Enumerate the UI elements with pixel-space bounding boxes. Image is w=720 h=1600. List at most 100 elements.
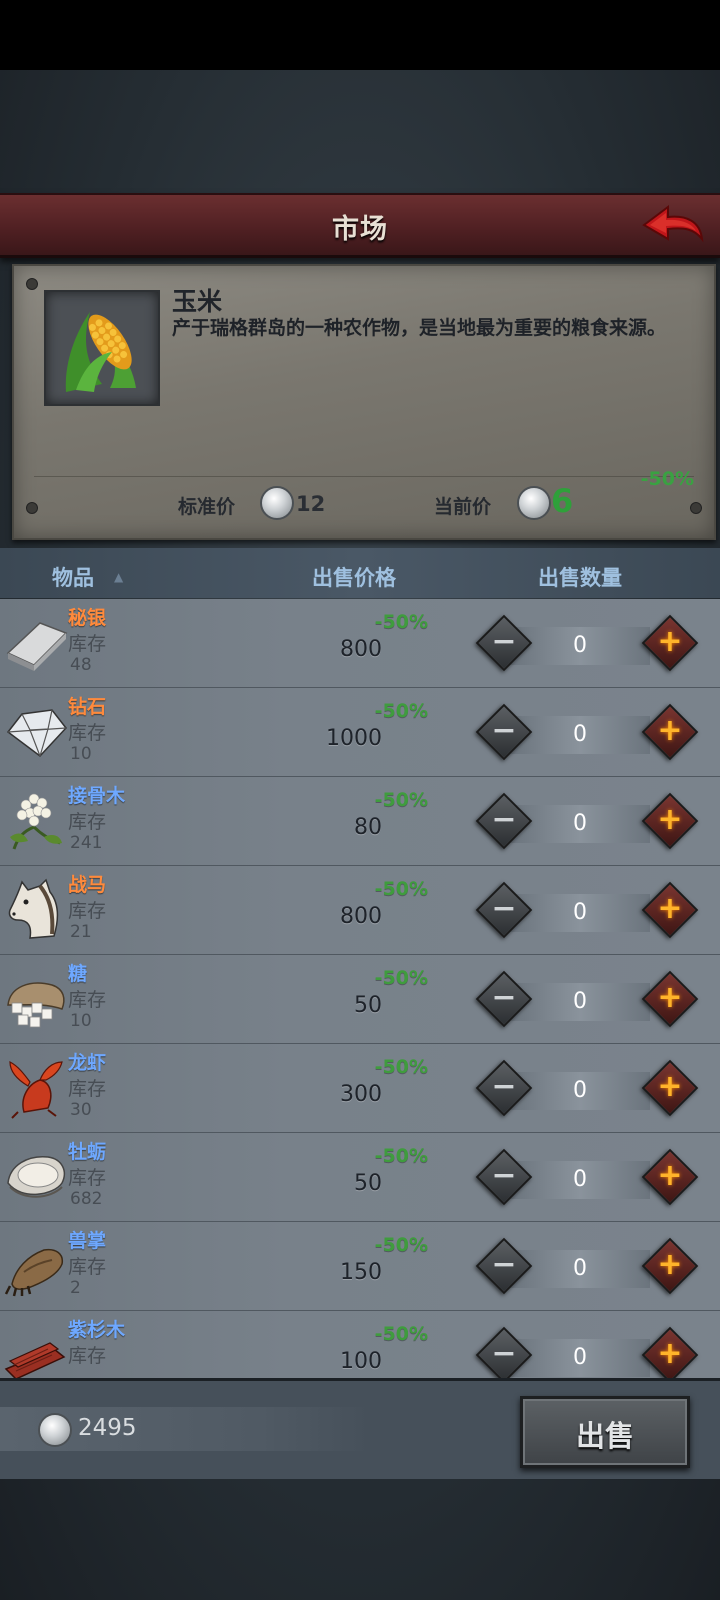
list-item[interactable]: 秘银 库存 48 -50% 800 0 − + [0,599,720,689]
divider [34,476,694,477]
minus-icon: − [491,624,517,659]
item-name: 牡蛎 [68,1141,107,1163]
footer-bar: 2495 出售 [0,1378,720,1479]
silver-coin-icon [517,486,551,520]
plus-icon: + [657,802,683,837]
discount-badge: -50% [374,967,428,989]
minus-icon: − [491,980,517,1015]
increase-button[interactable]: + [641,1148,699,1206]
increase-button[interactable]: + [641,703,699,761]
quantity-field[interactable]: 0 [510,805,650,843]
quantity-field[interactable]: 0 [510,1161,650,1199]
plus-icon: + [657,891,683,926]
quantity-field[interactable]: 0 [510,894,650,932]
status-bar-area [0,0,720,70]
discount-badge: -50% [374,878,428,900]
increase-button[interactable]: + [641,1237,699,1295]
discount-badge: -50% [374,1145,428,1167]
lobster-icon [9,1061,63,1119]
minus-icon: − [491,1247,517,1282]
quantity-value: 0 [573,989,587,1014]
minus-icon: − [491,891,517,926]
selected-item-name: 玉米 [172,287,223,316]
sell-price: 800 [340,637,382,662]
quantity-field[interactable]: 0 [510,983,650,1021]
sell-button-label: 出售 [575,1419,634,1453]
increase-button[interactable]: + [641,970,699,1028]
page-title: 市场 [332,214,388,245]
increase-button[interactable]: + [641,1326,699,1378]
stock-label: 库存 [68,1256,107,1278]
current-price-label: 当前价 [434,496,492,518]
stock-value: 2 [70,1278,81,1298]
silver-coin-icon [260,486,294,520]
discount-badge: -50% [374,1323,428,1345]
list-item[interactable]: 糖 库存 10 -50% 50 0 − + [0,955,720,1045]
list-item[interactable]: 兽掌 库存 2 -50% 150 0 − + [0,1222,720,1312]
diamond-icon [6,709,67,758]
stock-value: 30 [70,1100,92,1120]
rivet [26,502,38,514]
quantity-field[interactable]: 0 [510,1250,650,1288]
selected-item-frame [44,290,160,406]
minus-icon: − [491,802,517,837]
stock-value: 682 [70,1189,103,1209]
increase-button[interactable]: + [641,614,699,672]
list-item[interactable]: 龙虾 库存 30 -50% 300 0 − + [0,1044,720,1134]
selected-item-description: 产于瑞格群岛的一种农作物，是当地最为重要的粮食来源。 [172,317,667,339]
horse-icon [8,878,59,939]
plus-icon: + [657,980,683,1015]
sell-button[interactable]: 出售 [520,1396,690,1468]
title-bar: 市场 [0,193,720,258]
quantity-value: 0 [573,900,587,925]
column-sell-price-header: 出售价格 [312,566,396,590]
stock-value: 10 [70,744,92,764]
back-arrow-icon [642,205,704,243]
quantity-value: 0 [573,1256,587,1281]
item-info-panel: 玉米 产于瑞格群岛的一种农作物，是当地最为重要的粮食来源。 -50% 标准价 1… [12,264,716,540]
plus-icon: + [657,713,683,748]
sort-arrow-icon: ▲ [114,570,124,584]
stock-label: 库存 [68,1167,107,1189]
list-item[interactable]: 接骨木 库存 241 -50% 80 0 − + [0,777,720,867]
increase-button[interactable]: + [641,792,699,850]
column-item-header[interactable]: 物品 [52,562,94,592]
sell-price: 50 [354,1171,382,1196]
sell-price: 150 [340,1260,382,1285]
item-name: 糖 [68,963,88,985]
stock-value: 10 [70,1011,92,1031]
item-name: 战马 [68,874,107,896]
increase-button[interactable]: + [641,1059,699,1117]
selected-item-discount: -50% [640,468,694,490]
minus-icon: − [491,1069,517,1104]
elder-flower-icon [10,793,62,850]
stock-label: 库存 [68,811,107,833]
quantity-value: 0 [573,1078,587,1103]
quantity-field[interactable]: 0 [510,1339,650,1377]
beast-paw-icon [4,1248,64,1297]
list-item[interactable]: 紫杉木 库存 -50% 100 0 − + [0,1311,720,1378]
item-list[interactable]: 秘银 库存 48 -50% 800 0 − + 钻石 库存 10 -50% 10… [0,599,720,1378]
back-button[interactable] [640,201,706,247]
list-item[interactable]: 钻石 库存 10 -50% 1000 0 − + [0,688,720,778]
standard-price-label: 标准价 [178,496,236,518]
sell-price: 300 [340,1082,382,1107]
quantity-field[interactable]: 0 [510,627,650,665]
discount-badge: -50% [374,1056,428,1078]
standard-price-value: 12 [296,492,326,516]
corn-icon [65,312,136,392]
yew-wood-icon [4,1342,66,1378]
sell-price: 100 [340,1349,382,1374]
discount-badge: -50% [374,700,428,722]
discount-badge: -50% [374,611,428,633]
discount-badge: -50% [374,789,428,811]
item-name: 接骨木 [68,785,126,807]
list-item[interactable]: 牡蛎 库存 682 -50% 50 0 − + [0,1133,720,1223]
increase-button[interactable]: + [641,881,699,939]
stock-label: 库存 [68,1345,107,1367]
quantity-field[interactable]: 0 [510,716,650,754]
stock-value: 21 [70,922,92,942]
stock-value: 48 [70,655,92,675]
list-item[interactable]: 战马 库存 21 -50% 800 0 − + [0,866,720,956]
quantity-field[interactable]: 0 [510,1072,650,1110]
